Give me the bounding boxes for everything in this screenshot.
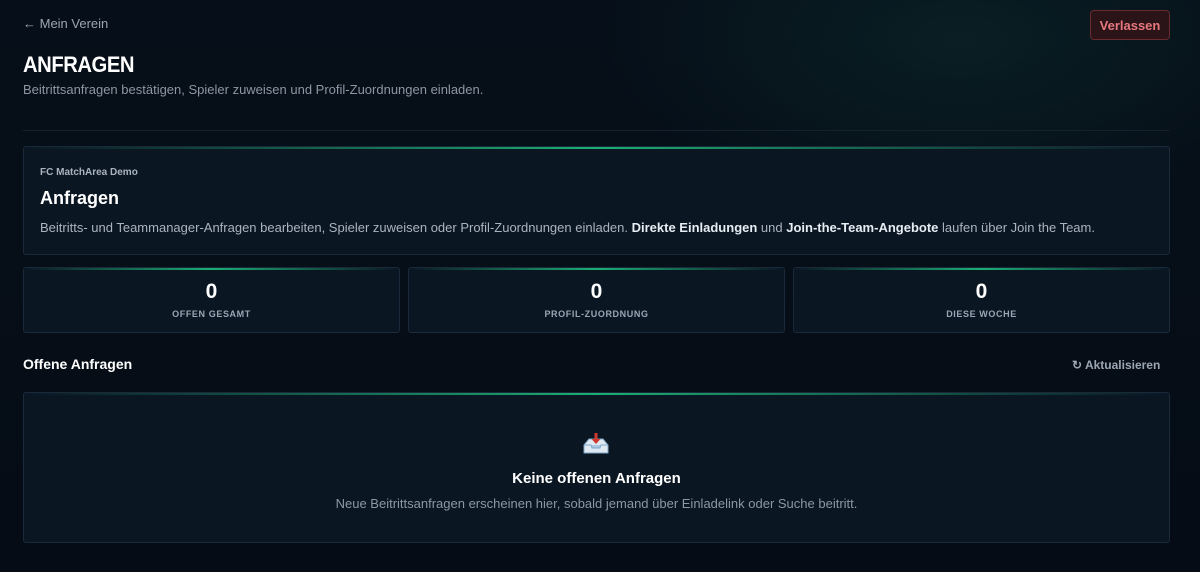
stat-label: DIESE WOCHE — [946, 309, 1017, 319]
stat-value: 0 — [975, 280, 988, 303]
club-info-card: FC MatchArea Demo Anfragen Beitritts- un… — [23, 146, 1170, 255]
header-divider — [23, 130, 1169, 131]
open-requests-title: Offene Anfragen — [23, 356, 133, 372]
stat-card-open-total: 0 OFFEN GESAMT — [23, 267, 400, 333]
description-text: und — [757, 220, 787, 235]
description-bold-join-offers: Join-the-Team-Angebote — [786, 220, 939, 235]
club-card-title: Anfragen — [40, 188, 120, 208]
description-text: Beitritts- und Teammanager-Anfragen bear… — [40, 220, 632, 235]
empty-state-card — [23, 392, 1170, 543]
stat-label: PROFIL-ZUORDNUNG — [544, 309, 649, 319]
club-name: FC MatchArea Demo — [40, 167, 138, 178]
stat-value: 0 — [590, 280, 603, 303]
stat-label: OFFEN GESAMT — [172, 309, 251, 319]
stat-card-this-week: 0 DIESE WOCHE — [793, 267, 1170, 333]
empty-state-title: Keine offenen Anfragen — [512, 470, 681, 487]
page-subtitle: Beitrittsanfragen bestätigen, Spieler zu… — [23, 82, 484, 97]
refresh-button[interactable]: ↻ Aktualisieren — [1064, 354, 1168, 376]
description-bold-direct-invites: Direkte Einladungen — [631, 220, 758, 235]
club-card-description: Beitritts- und Teammanager-Anfragen bear… — [40, 220, 1095, 235]
page-title: ANFRAGEN — [23, 52, 135, 77]
inbox-tray-icon — [583, 433, 609, 454]
back-link-mein-verein[interactable]: ← Mein Verein — [23, 16, 108, 31]
description-text: laufen über Join the Team. — [938, 220, 1095, 235]
stat-card-profile-assignment: 0 PROFIL-ZUORDNUNG — [408, 267, 785, 333]
stat-value: 0 — [205, 280, 218, 303]
leave-button[interactable]: Verlassen — [1090, 10, 1170, 40]
empty-state-description: Neue Beitrittsanfragen erscheinen hier, … — [335, 496, 858, 511]
